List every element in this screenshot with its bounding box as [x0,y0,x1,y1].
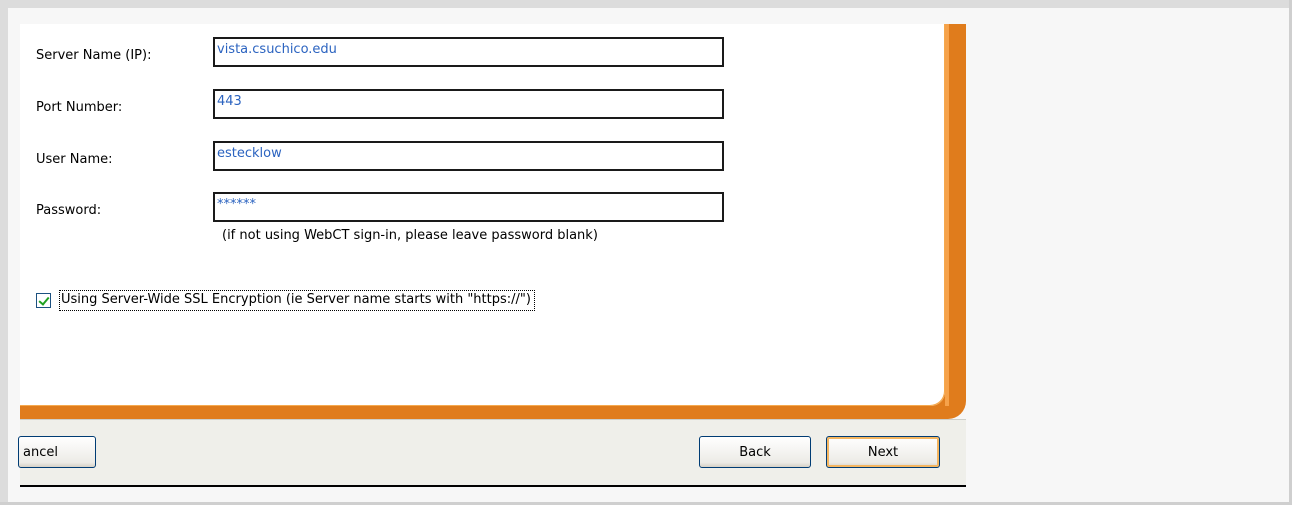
ssl-checkbox[interactable] [36,292,51,308]
button-bar-divider [20,485,966,487]
user-name-field[interactable]: estecklow [213,141,724,171]
window-frame-top [0,0,1292,8]
next-button[interactable]: Next [826,436,940,468]
server-name-field[interactable]: vista.csuchico.edu [213,37,724,67]
back-button[interactable]: Back [699,436,811,468]
password-hint: (if not using WebCT sign-in, please leav… [222,228,598,243]
wizard-panel-shade [945,24,949,406]
password-field[interactable]: ****** [213,192,724,222]
port-number-label: Port Number: [36,100,123,115]
password-label: Password: [36,203,102,218]
server-name-label: Server Name (IP): [36,48,152,63]
cancel-button[interactable]: ancel [18,436,96,468]
port-number-field[interactable]: 443 [213,89,724,119]
button-bar [20,419,966,487]
window-frame-left [0,0,8,505]
ssl-checkbox-label[interactable]: Using Server-Wide SSL Encryption (ie Ser… [59,289,535,311]
user-name-label: User Name: [36,152,113,167]
ssl-option[interactable]: Using Server-Wide SSL Encryption (ie Ser… [36,289,535,311]
